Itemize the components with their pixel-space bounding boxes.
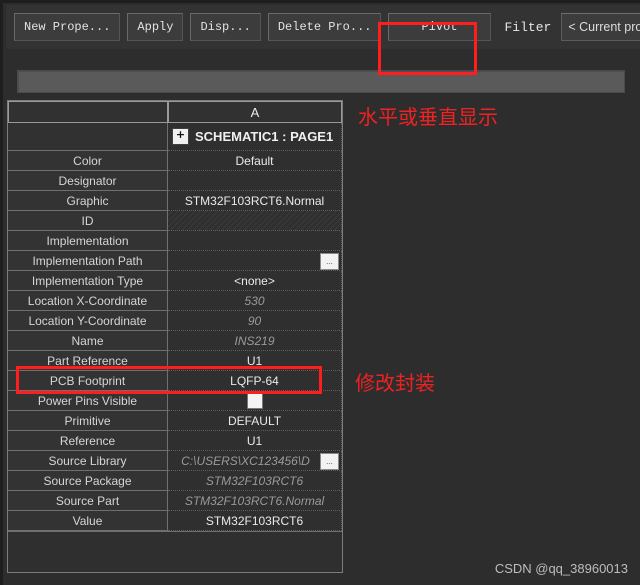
browse-ellipsis-button[interactable]: ... [320,453,339,470]
property-value-cell[interactable]: <none> [168,271,342,291]
delete-property-button[interactable]: Delete Pro... [267,13,382,41]
property-name-cell[interactable]: Location X-Coordinate [8,291,168,311]
property-value-cell[interactable] [168,391,342,411]
table-row: Primitive DEFAULT [8,411,342,431]
grid-empty-area [8,531,342,572]
orientation-annotation: 水平或垂直显示 [358,105,498,129]
display-button[interactable]: Disp... [190,13,261,41]
property-name-cell[interactable]: Implementation Type [8,271,168,291]
property-name-cell[interactable]: Primitive [8,411,168,431]
table-row: Implementation Path... [8,251,342,271]
page-row-blank-cell[interactable] [8,123,168,151]
property-value-cell[interactable]: STM32F103RCT6.Normal [168,491,342,511]
property-value-cell[interactable]: INS219 [168,331,342,351]
property-name-cell[interactable]: Graphic [8,191,168,211]
property-value-cell[interactable]: STM32F103RCT6 [168,471,342,491]
property-value-text: C:\USERS\XC123456\D [181,453,310,468]
property-name-cell[interactable]: ID [8,211,168,231]
footprint-annotation: 修改封装 [355,371,435,395]
property-value-cell[interactable]: 90 [168,311,342,331]
browse-ellipsis-button[interactable]: ... [320,253,339,270]
property-name-cell[interactable]: Source Package [8,471,168,491]
property-value-cell[interactable]: STM32F103RCT6.Normal [168,191,342,211]
grid-corner-cell[interactable] [8,101,168,123]
property-value-cell[interactable] [168,171,342,191]
table-row: Part Reference U1 [8,351,342,371]
filter-label: Filter [504,19,552,35]
property-grid: A + SCHEMATIC1 : PAGE1 Color Default Desig… [7,100,343,573]
property-value-cell[interactable] [168,231,342,251]
filter-dropdown[interactable]: < Current prope [561,13,640,41]
table-row: PCB Footprint LQFP-64 [8,371,342,391]
property-name-cell[interactable]: Implementation Path [8,251,168,271]
property-name-cell[interactable]: Location Y-Coordinate [8,311,168,331]
table-row: Graphic STM32F103RCT6.Normal [8,191,342,211]
table-row: Implementation [8,231,342,251]
property-name-cell[interactable]: Part Reference [8,351,168,371]
filter-input[interactable] [17,70,625,93]
pivot-button[interactable]: Pivot [388,13,491,41]
power-pins-visible-checkbox[interactable] [246,392,263,409]
property-name-cell[interactable]: Value [8,511,168,531]
property-value-cell[interactable]: Default [168,151,342,171]
table-row: ID [8,211,342,231]
property-value-cell[interactable]: LQFP-64 [168,371,342,391]
table-row: Name INS219 [8,331,342,351]
apply-button[interactable]: Apply [127,13,184,41]
property-value-cell[interactable]: STM32F103RCT6 [168,511,342,531]
grid-header-row: A [8,101,342,123]
grid-page-row: + SCHEMATIC1 : PAGE1 [8,123,342,151]
property-name-cell[interactable]: Name [8,331,168,351]
table-row: Reference U1 [8,431,342,451]
grid-body: Color Default Designator Graphic STM32F103RC… [8,151,342,531]
table-row: Location X-Coordinate 530 [8,291,342,311]
property-name-cell[interactable]: Designator [8,171,168,191]
property-value-cell[interactable]: ... [168,251,342,271]
table-row: Location Y-Coordinate 90 [8,311,342,331]
property-value-cell[interactable]: 530 [168,291,342,311]
property-name-cell[interactable]: Source Library [8,451,168,471]
table-row: Source Part STM32F103RCT6.Normal [8,491,342,511]
page-label: SCHEMATIC1 : PAGE1 [195,129,334,144]
property-name-cell[interactable]: Power Pins Visible [8,391,168,411]
table-row: Designator [8,171,342,191]
property-value-cell[interactable] [168,211,342,231]
property-value-cell[interactable]: C:\USERS\XC123456\D... [168,451,342,471]
table-row: Value STM32F103RCT6 [8,511,342,531]
toolbar: New Prope... Apply Disp... Delete Pro...… [6,5,640,49]
table-row: Power Pins Visible [8,391,342,411]
property-value-cell[interactable]: DEFAULT [168,411,342,431]
property-name-cell[interactable]: Reference [8,431,168,451]
new-property-button[interactable]: New Prope... [14,13,121,41]
property-editor-window: New Prope... Apply Disp... Delete Pro...… [0,0,640,585]
property-value-cell[interactable]: U1 [168,351,342,371]
table-row: Source Package STM32F103RCT6 [8,471,342,491]
page-row-value-cell[interactable]: + SCHEMATIC1 : PAGE1 [168,123,342,151]
property-value-cell[interactable]: U1 [168,431,342,451]
property-name-cell[interactable]: Source Part [8,491,168,511]
watermark: CSDN @qq_38960013 [494,561,628,576]
expand-plus-icon[interactable]: + [172,128,189,145]
column-header-a[interactable]: A [168,101,342,123]
table-row: Implementation Type <none> [8,271,342,291]
property-name-cell[interactable]: Color [8,151,168,171]
table-row: Color Default [8,151,342,171]
property-name-cell[interactable]: Implementation [8,231,168,251]
property-name-cell[interactable]: PCB Footprint [8,371,168,391]
table-row: Source Library C:\USERS\XC123456\D... [8,451,342,471]
